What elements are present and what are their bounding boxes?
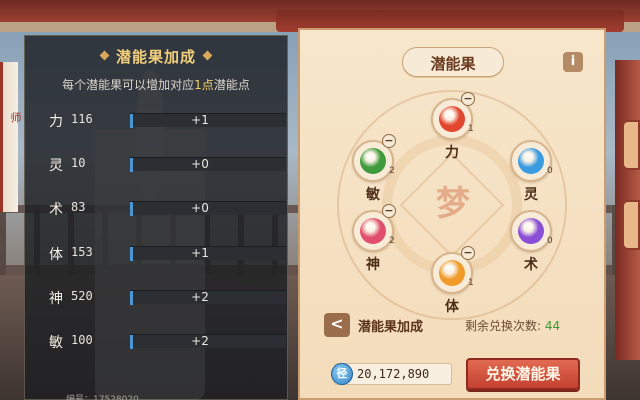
fruit-label: 敏 [366, 187, 380, 203]
fruit-slot[interactable]: 0灵 [510, 140, 553, 203]
red-fruit-icon [439, 106, 465, 132]
currency-icon: 径 [331, 363, 353, 385]
subtitle-prefix: 每个潜能果可以增加对应 [62, 78, 195, 92]
diamond-icon [99, 50, 110, 61]
diamond-icon [202, 50, 213, 61]
stat-row: 术 83 +0 [49, 198, 289, 218]
fruit-slot[interactable]: 2 敏 − [352, 134, 396, 203]
potential-bonus-panel: 潜能果加成 每个潜能果可以增加对应1点潜能点 力 116 +1 灵 10 +0 术 83 +0 体… [24, 35, 288, 400]
stat-name: 灵 [49, 158, 63, 174]
fruit-count: 2 [389, 236, 395, 246]
stat-bonus: +2 [191, 290, 209, 304]
orange-heart-fruit-icon [439, 260, 465, 286]
fruit-count: 2 [389, 166, 395, 176]
stat-bonus: +0 [191, 201, 209, 215]
subtitle-highlight: 1点 [194, 78, 214, 92]
panel-title: 潜能果加成 [25, 46, 287, 67]
background-banner: 师 [0, 62, 22, 212]
panel-title: 潜能果 [430, 55, 476, 73]
stat-value: 520 [71, 289, 93, 303]
stat-name: 术 [49, 202, 63, 218]
side-tab-1[interactable] [622, 120, 640, 170]
subtitle-suffix: 潜能点 [213, 78, 250, 92]
stat-row: 神 520 +2 [49, 287, 289, 307]
fruit-count: 1 [468, 124, 474, 134]
purple-fruit-icon [518, 218, 544, 244]
currency-display: 径 20,172,890 [331, 363, 452, 385]
title-plate: 潜能果 [402, 47, 504, 77]
minus-icon[interactable]: − [461, 92, 475, 106]
fruit-count: 0 [547, 166, 553, 176]
stat-row: 体 153 +1 [49, 243, 289, 263]
fruit-slot[interactable]: 2 神 − [352, 204, 396, 273]
fruit-slot[interactable]: 1 力 − [431, 92, 475, 161]
remaining-value: 44 [544, 319, 561, 333]
blue-fruit-icon [518, 148, 544, 174]
panel-subtitle: 每个潜能果可以增加对应1点潜能点 [25, 76, 287, 93]
stat-bonus: +1 [191, 246, 209, 260]
dream-emblem-icon: 梦 [436, 184, 470, 224]
stat-bonus: +1 [191, 113, 209, 127]
stat-value: 153 [71, 245, 93, 259]
remaining-label: 剩余兑换次数: [465, 319, 542, 333]
player-id-text: 编号：17528020 [66, 395, 139, 400]
stat-bar: +2 [130, 334, 286, 349]
stat-name: 体 [49, 247, 63, 263]
minus-icon[interactable]: − [382, 204, 396, 218]
stat-bar: +0 [130, 201, 286, 216]
panel-title-text: 潜能果加成 [115, 48, 196, 66]
side-tab-2[interactable] [622, 200, 640, 250]
stat-bar: +2 [130, 290, 286, 305]
fruit-count: 1 [468, 278, 474, 288]
fruit-slot[interactable]: 0术 [510, 210, 553, 273]
stat-name: 神 [49, 291, 63, 307]
stat-bar: +0 [130, 157, 286, 172]
stat-name: 敏 [49, 335, 63, 351]
fruit-label: 灵 [524, 187, 538, 203]
stat-name: 力 [49, 114, 63, 130]
exchange-button[interactable]: 兑换潜能果 [466, 358, 580, 390]
green-fruit-icon [360, 148, 386, 174]
currency-value: 20,172,890 [357, 367, 430, 381]
stat-bonus: +2 [191, 334, 209, 348]
fruit-label: 力 [445, 145, 459, 161]
stat-value: 10 [71, 156, 86, 170]
minus-icon[interactable]: − [382, 134, 396, 148]
stat-row: 敏 100 +2 [49, 331, 289, 351]
stat-value: 116 [71, 112, 93, 126]
fruit-label: 术 [524, 257, 538, 273]
fruit-slot[interactable]: 1 体 − [431, 246, 475, 315]
stat-value: 83 [71, 200, 86, 214]
pink-fruit-icon [360, 218, 386, 244]
back-button[interactable]: < [324, 313, 350, 337]
bonus-link[interactable]: 潜能果加成 [358, 316, 423, 335]
stat-row: 灵 10 +0 [49, 154, 289, 174]
stat-bar: +1 [130, 246, 286, 261]
stat-value: 100 [71, 333, 93, 347]
minus-icon[interactable]: − [461, 246, 475, 260]
remaining-exchanges: 剩余兑换次数: 44 [465, 317, 560, 334]
stat-bonus: +0 [191, 157, 209, 171]
banner-text: 师 [9, 112, 22, 123]
fruit-label: 神 [366, 257, 380, 273]
info-icon[interactable]: i [563, 52, 583, 72]
stat-bar: +1 [130, 113, 286, 128]
fruit-label: 体 [445, 299, 459, 315]
potential-fruit-panel: 潜能果 i 梦 1 力 −0 灵 0 术 1 体 −2 神 −2 敏 − < 潜能果加成 剩余兑换次数:… [298, 28, 606, 400]
stat-row: 力 116 +1 [49, 110, 289, 130]
fruit-count: 0 [547, 236, 553, 246]
